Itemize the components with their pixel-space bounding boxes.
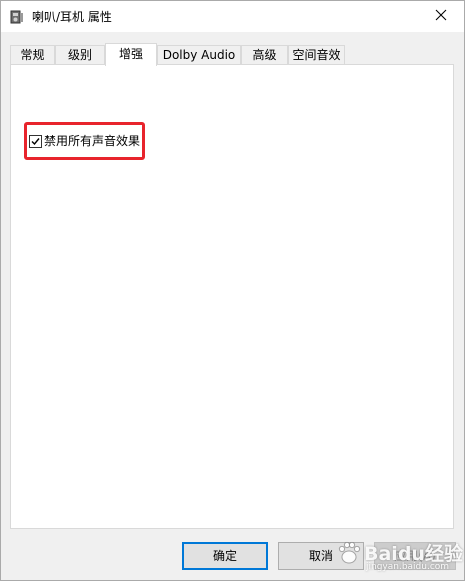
close-icon bbox=[435, 9, 447, 24]
ok-button[interactable]: 确定 bbox=[182, 542, 268, 570]
title-bar[interactable]: 喇叭/耳机 属性 bbox=[1, 1, 464, 32]
close-button[interactable] bbox=[418, 1, 464, 32]
tab-advanced[interactable]: 高级 bbox=[241, 45, 288, 65]
speaker-icon bbox=[10, 10, 24, 24]
window-title: 喇叭/耳机 属性 bbox=[32, 10, 112, 24]
tab-spatial-sound[interactable]: 空间音效 bbox=[288, 45, 345, 65]
properties-dialog: 喇叭/耳机 属性 常规 级别 增强 Dolby Audio 高级 空间音效 禁用… bbox=[0, 0, 465, 581]
tab-levels[interactable]: 级别 bbox=[55, 45, 105, 65]
tab-general[interactable]: 常规 bbox=[10, 45, 55, 65]
tab-enhancements[interactable]: 增强 bbox=[105, 43, 157, 66]
cancel-button[interactable]: 取消 bbox=[278, 542, 364, 570]
apply-button[interactable]: 应用(A) bbox=[374, 542, 456, 570]
enhancements-panel: 禁用所有声音效果 bbox=[10, 64, 454, 529]
annotation-highlight-box bbox=[24, 122, 145, 160]
tab-dolby-audio[interactable]: Dolby Audio bbox=[157, 45, 241, 65]
